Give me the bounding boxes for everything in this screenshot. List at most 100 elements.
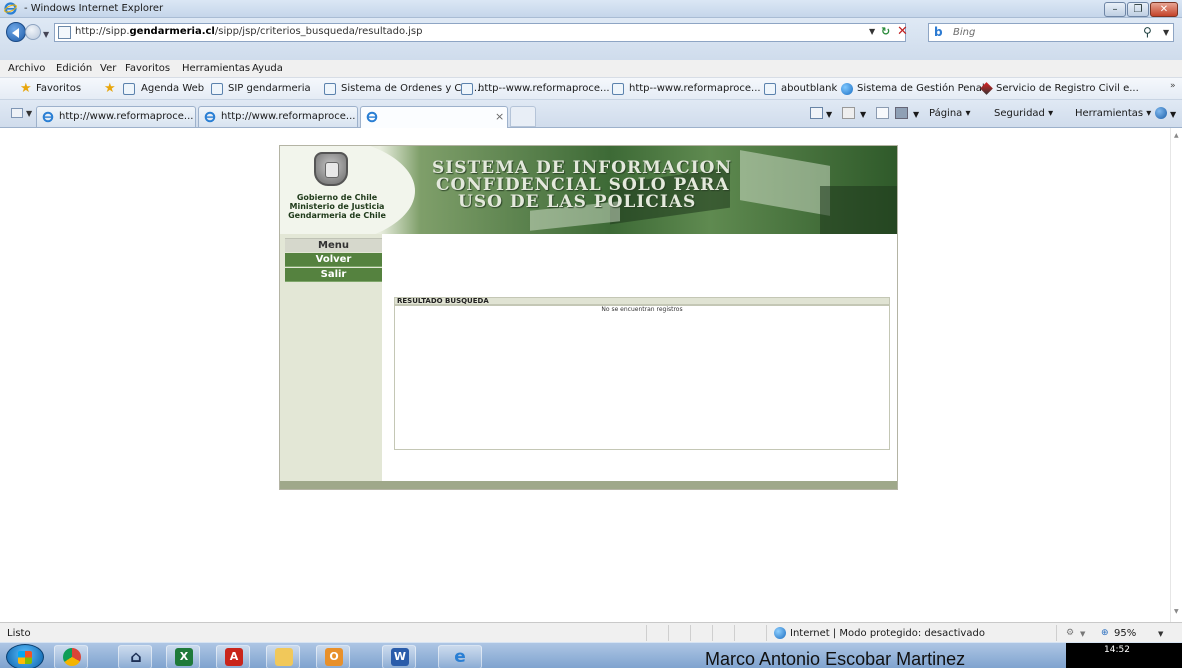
- compat-dropdown-icon[interactable]: ▼: [1080, 630, 1085, 638]
- clock-time: 14:52: [1104, 645, 1130, 655]
- help-dropdown-icon[interactable]: ▼: [1170, 110, 1176, 119]
- mail-icon[interactable]: [876, 107, 889, 119]
- print-icon[interactable]: [895, 107, 908, 119]
- close-icon: ✕: [1159, 4, 1169, 15]
- salir-link[interactable]: Salir: [285, 268, 382, 282]
- back-button[interactable]: [6, 22, 26, 42]
- favorites-bar: ★ Favoritos ★ Agenda Web SIP gendarmeria…: [0, 78, 1182, 100]
- excel-taskbar-button[interactable]: X: [166, 645, 200, 668]
- search-placeholder[interactable]: Bing: [953, 27, 975, 38]
- status-divider: [646, 625, 647, 641]
- address-url[interactable]: http://sipp.gendarmeria.cl/sipp/jsp/crit…: [75, 26, 422, 37]
- url-prefix: http://sipp.: [75, 26, 130, 37]
- ie-page-icon: [366, 111, 378, 123]
- search-icon[interactable]: ⚲: [1143, 25, 1152, 39]
- scroll-down-icon[interactable]: ▼: [1174, 608, 1179, 615]
- fav-aboutblank[interactable]: aboutblank: [781, 83, 837, 94]
- tab-active[interactable]: ×: [360, 106, 508, 128]
- add-favorite-icon[interactable]: ★: [104, 82, 116, 95]
- security-zone-text[interactable]: Internet | Modo protegido: desactivado: [790, 628, 985, 639]
- tools-menu-label: Herramientas: [1075, 108, 1144, 119]
- excel-icon: X: [175, 648, 193, 666]
- menu-ver[interactable]: Ver: [100, 63, 116, 74]
- menu-archivo[interactable]: Archivo: [8, 63, 45, 74]
- maximize-button[interactable]: ❐: [1127, 2, 1149, 17]
- chrome-taskbar-button[interactable]: [54, 645, 88, 668]
- fav-reformaproce-1[interactable]: http--www.reformaproce...: [478, 83, 610, 94]
- sipp-page: Gobierno de Chile Ministerio de Justicia…: [279, 145, 898, 490]
- home-dropdown-icon[interactable]: ▼: [826, 110, 832, 119]
- results-panel: No se encuentran registros: [394, 305, 890, 450]
- tab-reformaproce-2[interactable]: http://www.reformaproce...: [198, 106, 358, 127]
- minimize-icon: –: [1112, 4, 1118, 15]
- favorites-star-icon[interactable]: ★: [20, 82, 32, 95]
- start-button[interactable]: [6, 644, 44, 668]
- safety-menu-label: Seguridad: [994, 108, 1045, 119]
- address-bar[interactable]: http://sipp.gendarmeria.cl/sipp/jsp/crit…: [54, 23, 908, 42]
- status-divider: [734, 625, 735, 641]
- menu-favoritos[interactable]: Favoritos: [125, 63, 170, 74]
- help-icon[interactable]: [1155, 107, 1167, 119]
- header-banner: Gobierno de Chile Ministerio de Justicia…: [280, 146, 897, 234]
- zoom-icon[interactable]: ⊕: [1101, 628, 1109, 638]
- tools-menu[interactable]: Herramientas ▾: [1075, 108, 1151, 119]
- acrobat-icon: A: [225, 648, 243, 666]
- refresh-icon[interactable]: ↻: [881, 25, 890, 38]
- banner-photo-building: [740, 150, 830, 216]
- home-icon[interactable]: [810, 107, 823, 119]
- compat-view-icon[interactable]: ⚙: [1066, 628, 1074, 638]
- internet-zone-icon: [774, 627, 786, 639]
- scroll-up-icon[interactable]: ▲: [1174, 132, 1179, 139]
- minimize-button[interactable]: –: [1104, 2, 1126, 17]
- tab-label: http://www.reformaproce...: [221, 111, 356, 122]
- menu-herramientas[interactable]: Herramientas: [182, 63, 250, 74]
- tab-reformaproce-1[interactable]: http://www.reformaproce...: [36, 106, 196, 127]
- print-dropdown-icon[interactable]: ▼: [913, 110, 919, 119]
- fav-reformaproce-2[interactable]: http--www.reformaproce...: [629, 83, 761, 94]
- gov-line-1: Gobierno de Chile: [296, 193, 378, 202]
- fav-gestion-penal[interactable]: Sistema de Gestión Penal: [857, 83, 985, 94]
- user-name-text: Marco Antonio Escobar Martinez: [705, 649, 966, 668]
- menu-ayuda[interactable]: Ayuda: [252, 63, 283, 74]
- close-tab-icon[interactable]: ×: [495, 110, 504, 123]
- address-dropdown-icon[interactable]: ▼: [869, 27, 875, 36]
- zoom-dropdown-icon[interactable]: ▼: [1158, 630, 1163, 638]
- library-taskbar-button[interactable]: ⌂: [118, 645, 152, 668]
- close-window-button[interactable]: ✕: [1150, 2, 1178, 17]
- ie-page-icon: [42, 111, 54, 123]
- search-box[interactable]: b Bing ⚲ ▼: [928, 23, 1174, 42]
- word-taskbar-button[interactable]: W: [382, 645, 416, 668]
- chevron-more-icon[interactable]: »: [1170, 81, 1176, 91]
- page-footer-bar: [280, 481, 897, 489]
- page-menu[interactable]: Página ▾: [929, 108, 971, 119]
- ie-taskbar-button[interactable]: e: [438, 645, 482, 668]
- quick-tabs-icon[interactable]: [11, 108, 23, 118]
- favorites-button[interactable]: Favoritos: [36, 83, 81, 94]
- tab-list-dropdown-icon[interactable]: ▼: [26, 109, 32, 118]
- page-viewport: Gobierno de Chile Ministerio de Justicia…: [0, 128, 1170, 622]
- fav-sip-gendarmeria[interactable]: SIP gendarmeria: [228, 83, 311, 94]
- search-options-icon[interactable]: ▼: [1163, 28, 1169, 37]
- tray-clock[interactable]: 14:52: [1066, 643, 1182, 668]
- status-divider: [1056, 625, 1057, 641]
- ie-logo-icon: [4, 2, 17, 15]
- word-icon: W: [391, 648, 409, 666]
- new-tab-button[interactable]: [510, 106, 536, 127]
- fav-registro-civil[interactable]: Servicio de Registro Civil e...: [996, 83, 1139, 94]
- left-sidebar: Menu Volver Salir: [280, 234, 382, 481]
- forward-button[interactable]: [25, 24, 41, 40]
- recent-pages-dropdown-icon[interactable]: ▼: [43, 30, 49, 39]
- page-icon: [123, 83, 135, 95]
- feeds-icon[interactable]: [842, 107, 855, 119]
- zoom-level[interactable]: 95%: [1114, 628, 1136, 639]
- feeds-dropdown-icon[interactable]: ▼: [860, 110, 866, 119]
- volver-link[interactable]: Volver: [285, 253, 382, 267]
- acrobat-taskbar-button[interactable]: A: [216, 645, 250, 668]
- menu-edicion[interactable]: Edición: [56, 63, 92, 74]
- safety-menu[interactable]: Seguridad ▾: [994, 108, 1053, 119]
- stop-icon[interactable]: ✕: [897, 24, 908, 39]
- explorer-taskbar-button[interactable]: [266, 645, 300, 668]
- outlook-taskbar-button[interactable]: O: [316, 645, 350, 668]
- fav-agenda-web[interactable]: Agenda Web: [141, 83, 204, 94]
- vertical-scrollbar[interactable]: ▲ ▼: [1170, 128, 1182, 622]
